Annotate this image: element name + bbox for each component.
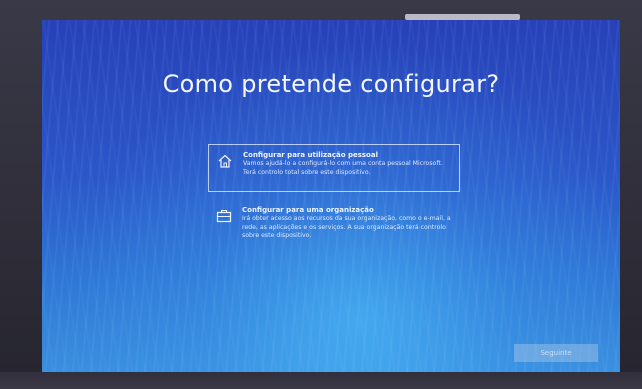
monitor-bezel-bottom bbox=[0, 372, 642, 389]
option-organization-description: Irá obter acesso aos recursos da sua org… bbox=[242, 215, 451, 239]
option-personal-title: Configurar para utilização pessoal bbox=[243, 151, 378, 159]
next-button[interactable]: Seguinte bbox=[514, 344, 598, 362]
option-personal-description: Vamos ajudá-lo a configurá-lo com uma co… bbox=[243, 160, 443, 176]
option-organization-title: Configurar para uma organização bbox=[242, 206, 374, 214]
page-title: Como pretende configurar? bbox=[162, 70, 500, 98]
monitor-photo: Como pretende configurar? Configurar par… bbox=[0, 0, 642, 389]
oobe-screen: Como pretende configurar? Configurar par… bbox=[42, 20, 620, 372]
option-organization[interactable]: Configurar para uma organização Irá obte… bbox=[208, 200, 460, 260]
home-icon bbox=[218, 154, 232, 168]
briefcase-icon bbox=[216, 209, 232, 223]
option-personal-use[interactable]: Configurar para utilização pessoal Vamos… bbox=[208, 144, 460, 192]
